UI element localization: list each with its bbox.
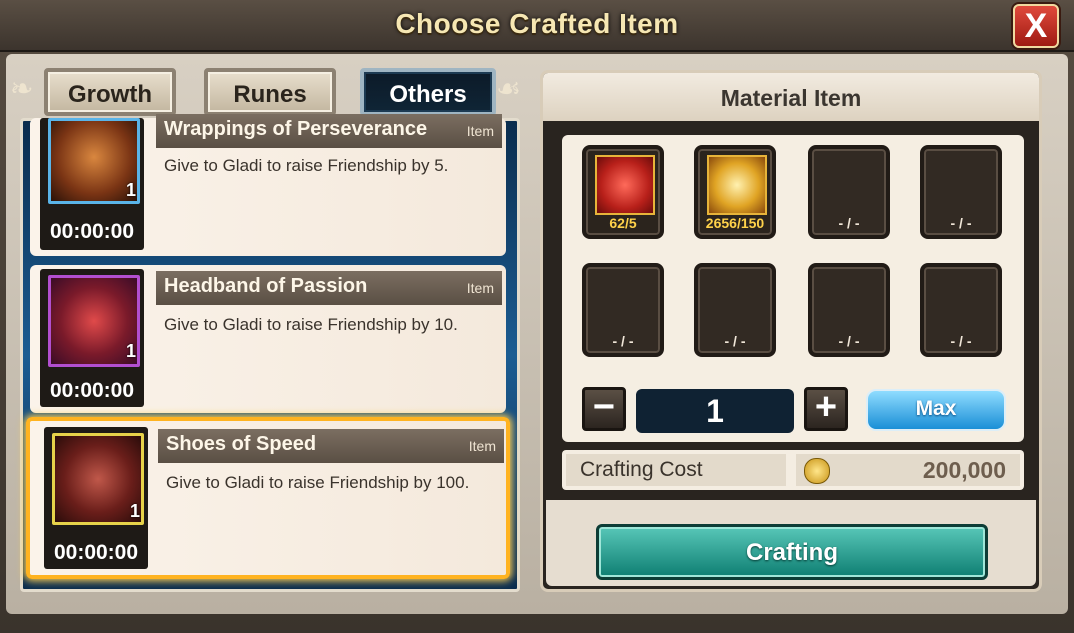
material-count: - / -	[838, 333, 860, 349]
quantity-field[interactable]: 1	[636, 389, 794, 433]
material-slot-2[interactable]: 2656/150	[694, 145, 776, 239]
material-count: 2656/150	[705, 215, 765, 231]
material-slot-7: - / -	[808, 263, 890, 357]
item-tag: Item	[466, 123, 494, 139]
decrease-quantity-button[interactable]: −	[582, 386, 626, 431]
tab-growth[interactable]: Growth	[44, 68, 176, 116]
item-name-bar: Shoes of Speed Item	[158, 429, 504, 463]
crafting-label: Crafting	[746, 539, 838, 566]
material-count: - / -	[838, 215, 860, 231]
item-name: Headband of Passion	[164, 275, 368, 297]
material-slot-3: - / -	[808, 145, 890, 239]
material-slot-8: - / -	[920, 263, 1002, 357]
list-item-wrappings[interactable]: 1 00:00:00 Wrappings of Perseverance Ite…	[30, 114, 506, 256]
gold-coin-icon	[804, 458, 830, 484]
close-button[interactable]: X	[1013, 4, 1059, 48]
item-quantity: 1	[125, 180, 136, 200]
tab-runes[interactable]: Runes	[204, 68, 336, 116]
item-tag: Item	[466, 280, 494, 296]
crafting-cost-row: Crafting Cost 200,000	[562, 450, 1024, 490]
material-slot-4: - / -	[920, 145, 1002, 239]
material-panel-title: Material Item	[720, 85, 862, 111]
material-slot-1[interactable]: 62/5	[582, 145, 664, 239]
item-description: Give to Gladi to raise Friendship by 100…	[166, 473, 470, 492]
item-timer: 00:00:00	[49, 220, 135, 243]
item-name: Shoes of Speed	[166, 433, 317, 455]
material-slot-5: - / -	[582, 263, 664, 357]
item-description: Give to Gladi to raise Friendship by 10.	[164, 315, 458, 334]
window-title: Choose Crafted Item	[395, 8, 679, 39]
cost-label: Crafting Cost	[580, 458, 703, 481]
crafting-button[interactable]: Crafting	[596, 524, 988, 580]
item-quantity: 1	[129, 501, 140, 521]
material-count: - / -	[724, 333, 746, 349]
item-timer: 00:00:00	[53, 541, 139, 564]
ornament-left-icon: ❧	[10, 73, 34, 104]
list-item-headband[interactable]: 1 00:00:00 Headband of Passion Item Give…	[30, 265, 506, 413]
cost-value-box: 200,000	[796, 454, 1020, 486]
gold-pile-icon	[707, 155, 767, 215]
item-timer: 00:00:00	[49, 379, 135, 402]
item-quantity: 1	[125, 341, 136, 361]
item-icon-box: 1 00:00:00	[44, 427, 148, 569]
material-count: - / -	[612, 333, 634, 349]
cost-label-box: Crafting Cost	[566, 454, 786, 486]
red-cloth-icon	[595, 155, 655, 215]
window-frame: Choose Crafted Item X ❧ Growth Runes Oth…	[0, 0, 1074, 633]
increase-quantity-button[interactable]: +	[804, 386, 848, 431]
close-icon: X	[1024, 7, 1048, 45]
max-label: Max	[915, 397, 957, 420]
title-bar: Choose Crafted Item X	[0, 0, 1074, 52]
item-name-bar: Wrappings of Perseverance Item	[156, 114, 502, 148]
material-slot-6: - / -	[694, 263, 776, 357]
ornament-right-icon: ☙	[496, 73, 522, 104]
minus-icon: −	[592, 386, 616, 428]
cost-value: 200,000	[922, 457, 1006, 483]
material-count: - / -	[950, 333, 972, 349]
item-description: Give to Gladi to raise Friendship by 5.	[164, 156, 449, 175]
item-icon-box: 1 00:00:00	[40, 118, 144, 250]
plus-icon: +	[814, 386, 838, 428]
list-item-shoes-selected[interactable]: 1 00:00:00 Shoes of Speed Item Give to G…	[26, 417, 510, 579]
material-count: - / -	[950, 215, 972, 231]
item-icon-box: 1 00:00:00	[40, 269, 144, 407]
quantity-value: 1	[706, 393, 724, 429]
item-name-bar: Headband of Passion Item	[156, 271, 502, 305]
tab-others[interactable]: Others	[360, 68, 496, 116]
item-name: Wrappings of Perseverance	[164, 118, 428, 140]
material-panel-header: Material Item	[543, 73, 1039, 121]
item-tag: Item	[468, 438, 496, 454]
material-count: 62/5	[609, 215, 637, 231]
max-button[interactable]: Max	[866, 389, 1006, 431]
